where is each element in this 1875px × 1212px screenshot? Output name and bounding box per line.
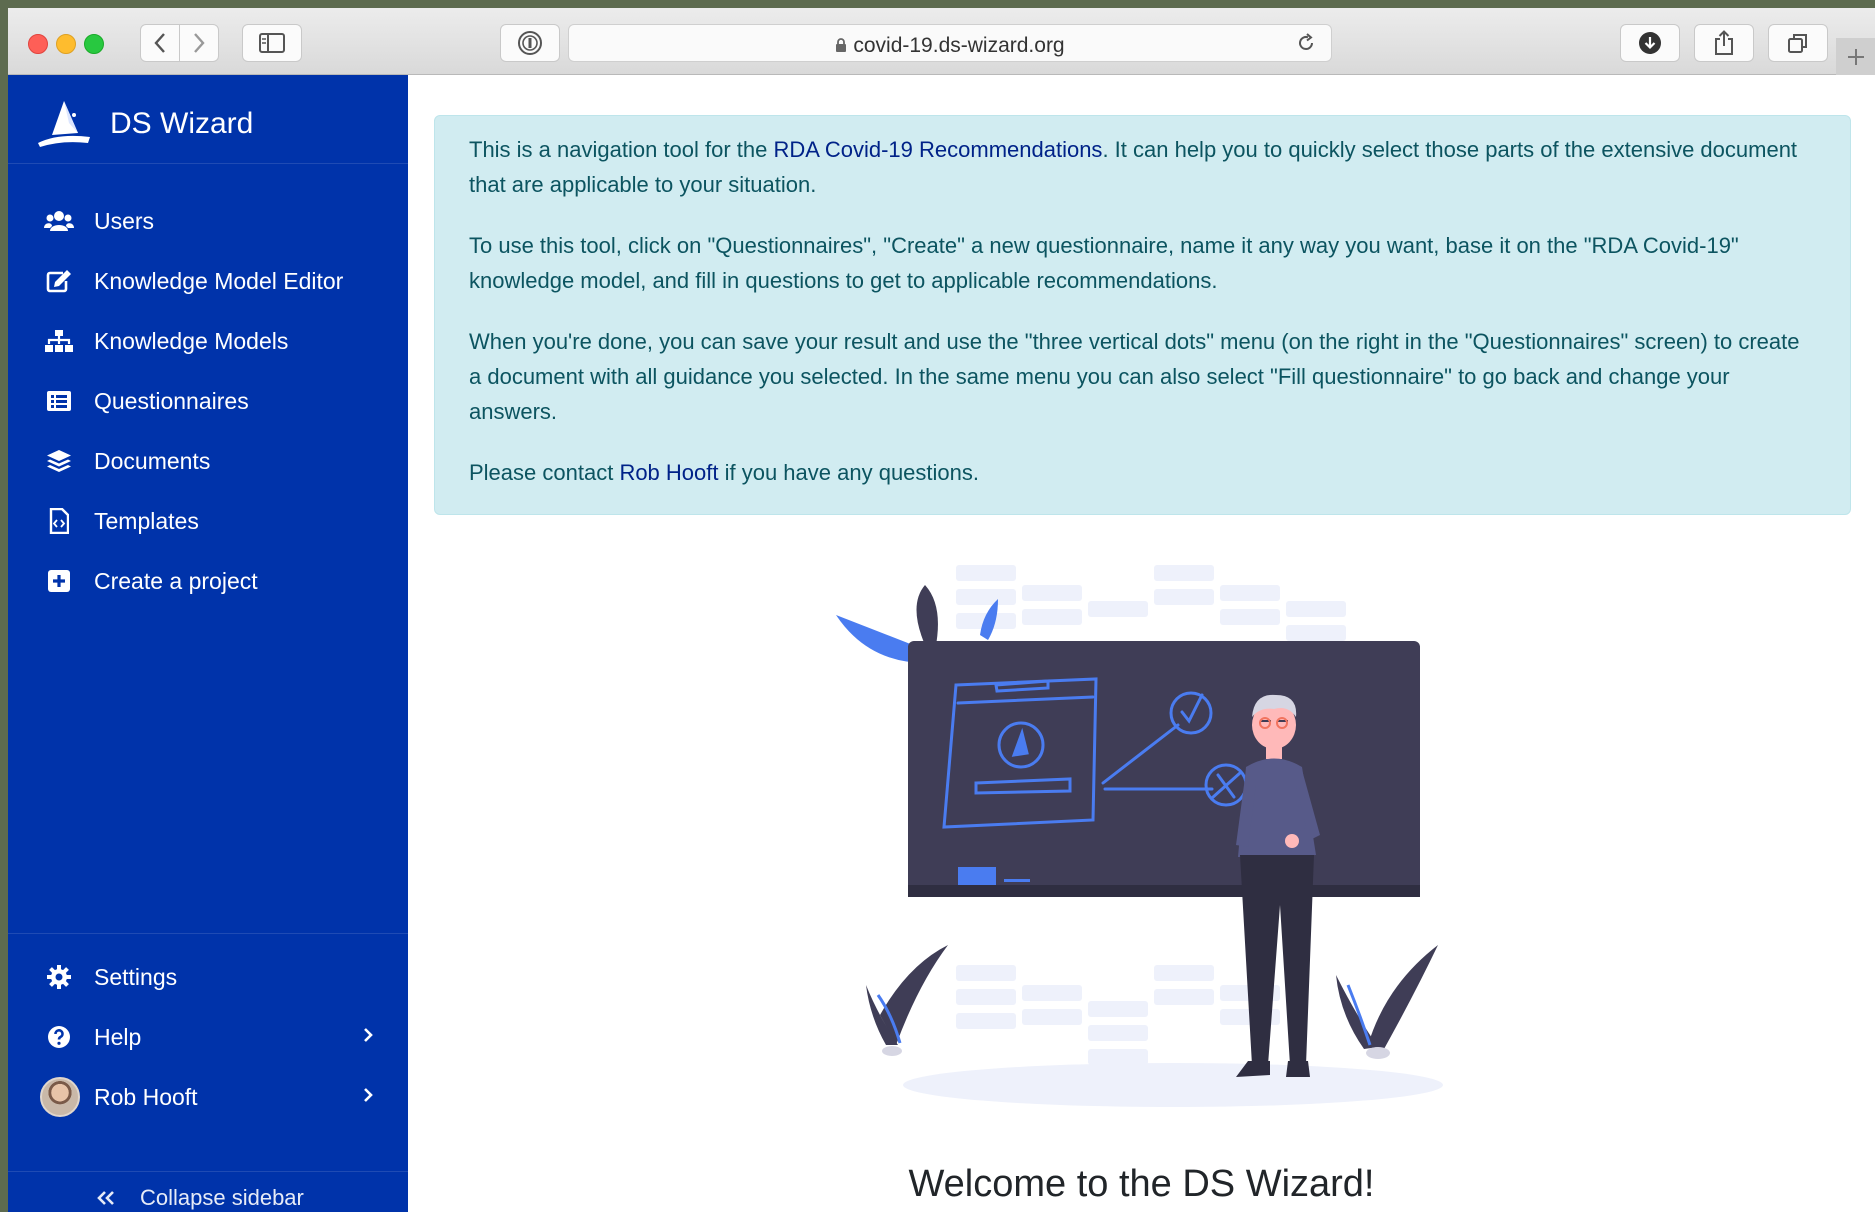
new-tab-button[interactable] <box>1836 38 1875 76</box>
welcome-heading: Welcome to the DS Wizard! <box>908 1163 1375 1205</box>
app-name: DS Wizard <box>110 107 254 140</box>
alert-text: Please contact <box>469 460 620 485</box>
sidebar-divider <box>8 933 408 934</box>
sidebar-item-knowledge-models[interactable]: Knowledge Models <box>44 321 374 361</box>
alert-paragraph: To use this tool, click on "Questionnair… <box>469 233 1739 293</box>
download-icon <box>1639 32 1661 54</box>
back-button[interactable] <box>140 24 180 62</box>
question-circle-icon <box>44 1022 74 1052</box>
tabs-overview-button[interactable] <box>1768 24 1828 62</box>
edit-icon <box>44 266 74 296</box>
tabs-icon <box>1788 34 1807 53</box>
layers-icon <box>44 446 74 476</box>
sidebar-item-label: Questionnaires <box>94 387 249 414</box>
sidebar-divider <box>8 163 408 164</box>
collapse-sidebar-button[interactable]: Collapse sidebar <box>96 1185 304 1211</box>
sidebar-item-label: Settings <box>94 963 178 990</box>
chevron-right-icon <box>364 1028 373 1042</box>
file-code-icon <box>44 506 74 536</box>
sidebar-item-settings[interactable]: Settings <box>44 957 374 997</box>
browser-window: covid-19.ds-wizard.org DS Wizard Users K… <box>8 8 1875 1212</box>
sidebar-item-documents[interactable]: Documents <box>44 441 374 481</box>
sidebar-icon <box>259 33 285 53</box>
user-name: Rob Hooft <box>94 1083 198 1110</box>
plus-icon <box>1848 49 1864 65</box>
chevron-left-icon <box>154 33 165 53</box>
sidebar-item-label: Documents <box>94 447 211 474</box>
sidebar-item-label: Templates <box>94 507 199 534</box>
share-icon <box>1715 30 1733 55</box>
brand-link[interactable]: DS Wizard <box>34 89 253 159</box>
list-icon <box>44 386 74 416</box>
double-chevron-left-icon <box>97 1191 114 1205</box>
sidebar-item-create-project[interactable]: Create a project <box>44 561 374 601</box>
forward-button[interactable] <box>179 24 219 62</box>
contact-link[interactable]: Rob Hooft <box>619 460 718 485</box>
url-text: covid-19.ds-wizard.org <box>569 34 1331 58</box>
welcome-illustration <box>836 565 1443 1107</box>
sidebar: DS Wizard Users Knowledge Model Editor K… <box>8 75 408 1212</box>
url-value: covid-19.ds-wizard.org <box>853 34 1065 57</box>
browser-toolbar: covid-19.ds-wizard.org <box>8 8 1875 76</box>
close-window-button[interactable] <box>28 34 48 54</box>
sidebar-item-label: Knowledge Model Editor <box>94 267 344 294</box>
users-icon <box>44 206 74 236</box>
sidebar-item-users[interactable]: Users <box>44 201 374 241</box>
rda-recommendations-link[interactable]: RDA Covid-19 Recommendations <box>774 137 1103 162</box>
minimize-window-button[interactable] <box>56 34 76 54</box>
alert-paragraph: Please contact Rob Hooft if you have any… <box>469 455 1816 490</box>
chevron-right-icon <box>194 33 205 53</box>
sidebar-divider <box>8 1171 408 1172</box>
main-content: This is a navigation tool for the RDA Co… <box>408 75 1875 1212</box>
sitemap-icon <box>44 326 74 356</box>
alert-text: This is a navigation tool for the <box>469 137 774 162</box>
avatar <box>40 1077 80 1117</box>
lock-icon <box>836 38 847 52</box>
share-button[interactable] <box>1694 24 1754 62</box>
sidebar-item-questionnaires[interactable]: Questionnaires <box>44 381 374 421</box>
gear-icon <box>44 962 74 992</box>
sidebar-toggle-button[interactable] <box>242 24 302 62</box>
zoom-window-button[interactable] <box>84 34 104 54</box>
alert-paragraph: This is a navigation tool for the RDA Co… <box>469 132 1816 202</box>
downloads-button[interactable] <box>1620 24 1680 62</box>
sidebar-item-help[interactable]: Help <box>44 1017 374 1057</box>
onepassword-icon <box>518 31 542 55</box>
sidebar-item-knowledge-model-editor[interactable]: Knowledge Model Editor <box>44 261 374 301</box>
sidebar-item-label: Users <box>94 207 155 234</box>
plus-square-icon <box>44 566 74 596</box>
sidebar-item-profile[interactable]: Rob Hooft <box>40 1077 374 1117</box>
sidebar-item-label: Help <box>94 1023 142 1050</box>
alert-paragraph: When you're done, you can save your resu… <box>469 329 1800 424</box>
address-bar[interactable]: covid-19.ds-wizard.org <box>568 24 1332 62</box>
reload-icon[interactable] <box>1295 32 1317 54</box>
info-alert: This is a navigation tool for the RDA Co… <box>434 115 1851 515</box>
alert-text: if you have any questions. <box>718 460 979 485</box>
sidebar-item-templates[interactable]: Templates <box>44 501 374 541</box>
collapse-sidebar-label: Collapse sidebar <box>140 1185 304 1210</box>
sidebar-item-label: Create a project <box>94 567 258 594</box>
sidebar-item-label: Knowledge Models <box>94 327 289 354</box>
wizard-logo-icon <box>38 101 90 147</box>
password-manager-button[interactable] <box>500 24 560 62</box>
chevron-right-icon <box>364 1088 373 1102</box>
